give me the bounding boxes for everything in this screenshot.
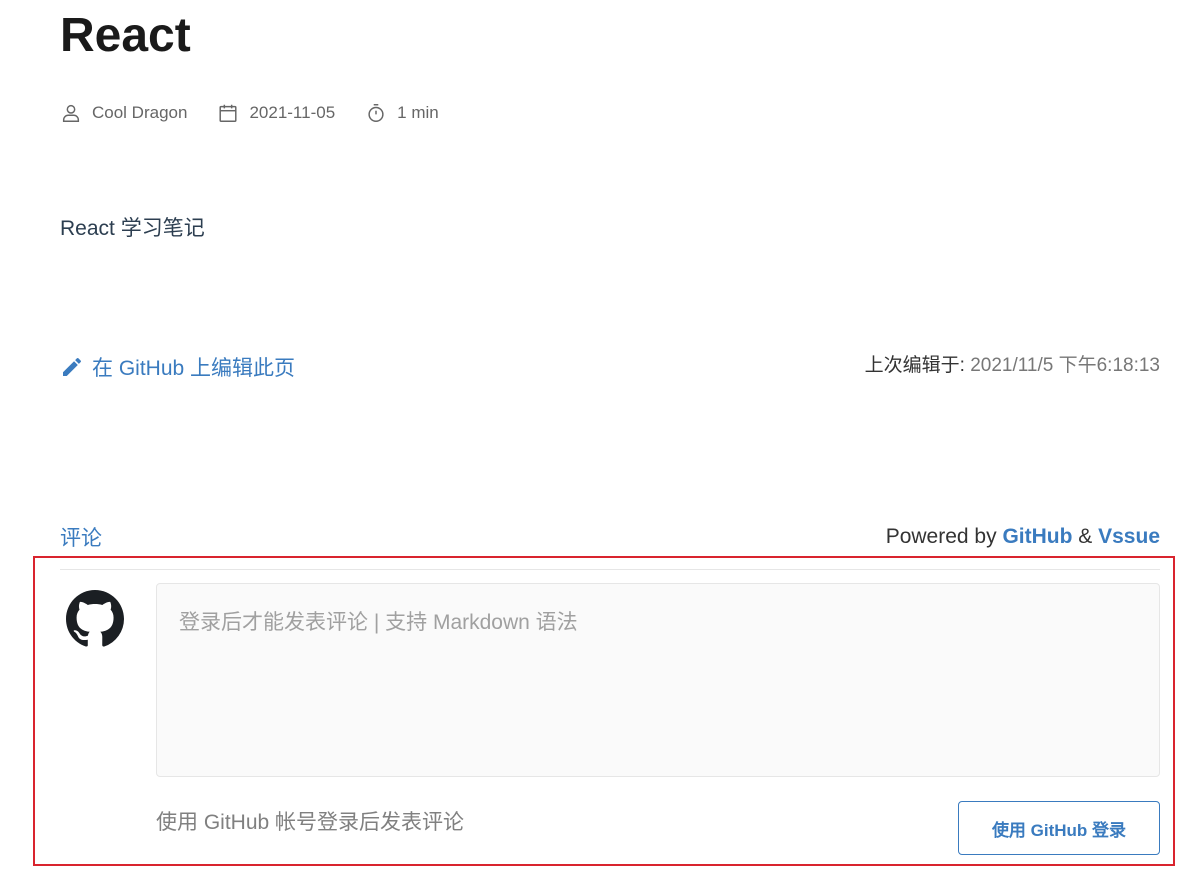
- calendar-icon: [219, 104, 237, 122]
- github-login-button[interactable]: 使用 GitHub 登录: [958, 801, 1160, 855]
- powered-by: Powered by GitHub & Vssue: [886, 525, 1160, 549]
- post-date: 2021-11-05: [249, 103, 336, 122]
- powered-by-label: Powered by: [885, 525, 997, 548]
- edit-link-label: 在 GitHub 上编辑此页: [92, 357, 296, 380]
- pencil-icon: [63, 357, 82, 376]
- last-updated-label: 上次编辑于:: [864, 355, 965, 376]
- powered-by-and: &: [1078, 525, 1093, 548]
- author-info: Cool Dragon: [60, 102, 187, 124]
- comments-header: 评论 Powered by GitHub & Vssue: [60, 522, 1160, 552]
- user-icon: [62, 104, 80, 122]
- github-link[interactable]: GitHub: [1002, 525, 1072, 548]
- vssue-link[interactable]: Vssue: [1098, 525, 1160, 548]
- last-updated-value: 2021/11/5 下午6:18:13: [970, 355, 1160, 376]
- edit-on-github-link[interactable]: 在 GitHub 上编辑此页: [60, 352, 295, 382]
- github-icon: [66, 590, 124, 647]
- page: React Cool Dragon 2021-11-05 1 min React…: [0, 0, 1184, 887]
- login-hint: 使用 GitHub 帐号登录后发表评论: [156, 811, 465, 834]
- comments-divider: [60, 569, 1160, 570]
- comment-input[interactable]: [156, 583, 1160, 777]
- comments-title: 评论: [60, 527, 102, 550]
- article-meta: Cool Dragon 2021-11-05 1 min: [60, 102, 469, 124]
- reading-time-info: 1 min: [365, 102, 439, 124]
- last-updated: 上次编辑于: 2021/11/5 下午6:18:13: [865, 352, 1160, 380]
- reading-time: 1 min: [397, 103, 439, 122]
- page-title: React: [60, 9, 191, 62]
- author-name[interactable]: Cool Dragon: [92, 103, 187, 123]
- timer-icon: [368, 104, 384, 122]
- article-body: React 学习笔记: [60, 217, 205, 240]
- date-info: 2021-11-05: [217, 102, 335, 124]
